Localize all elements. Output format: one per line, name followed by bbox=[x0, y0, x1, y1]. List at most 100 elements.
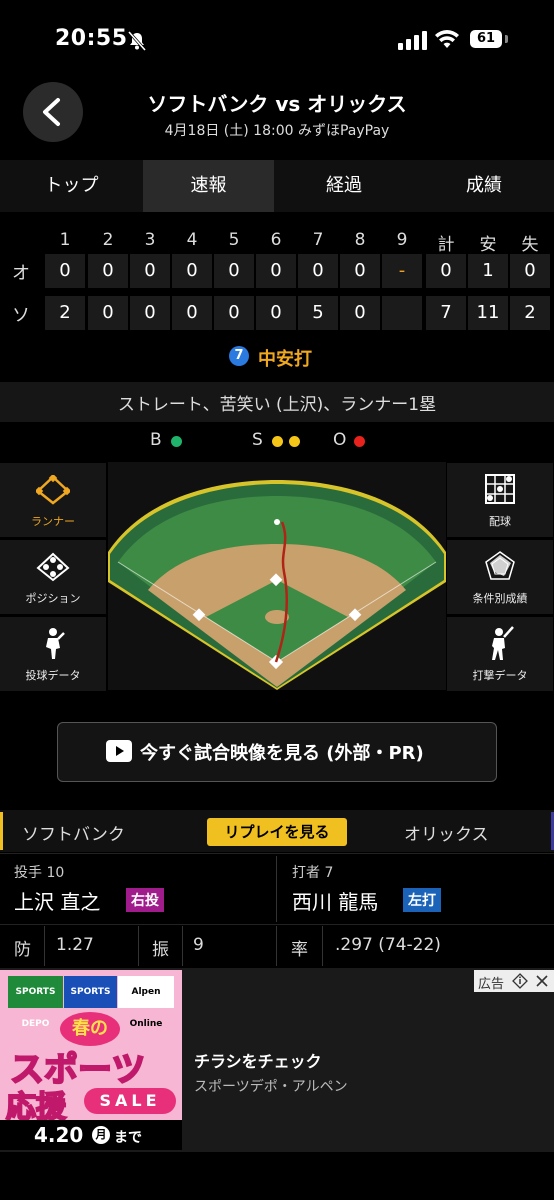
batting-data-button[interactable]: 打撃データ bbox=[447, 617, 553, 691]
ad-logo-depo: SPORTS DEPO bbox=[8, 976, 63, 1029]
strike-dot bbox=[272, 436, 283, 447]
position-button[interactable]: ポジション bbox=[0, 540, 106, 614]
pitcher-name[interactable]: 上沢 直之 bbox=[14, 886, 100, 915]
ad-date-day: 月 bbox=[92, 1126, 110, 1144]
score-cell: 0 bbox=[298, 254, 338, 288]
close-icon[interactable] bbox=[534, 973, 550, 989]
radar-icon bbox=[485, 551, 515, 580]
inning-header: 9 bbox=[396, 230, 408, 250]
inning-header: 安 bbox=[479, 235, 497, 255]
pitcher-role: 投手 10 bbox=[14, 865, 65, 881]
inning-header: 5 bbox=[228, 230, 240, 250]
runner-button[interactable]: ランナー bbox=[0, 463, 106, 537]
score-cell: 0 bbox=[340, 296, 380, 330]
inning-header: 4 bbox=[186, 230, 198, 250]
score-cell: 5 bbox=[298, 296, 338, 330]
tab-live[interactable]: 速報 bbox=[143, 160, 274, 212]
cell-signal-icon bbox=[398, 31, 427, 50]
batter-number-badge: 7 bbox=[229, 346, 249, 366]
score-cell: 0 bbox=[172, 296, 212, 330]
ad-image[interactable]: SPORTS DEPO SPORTS Alpen Alpen Online 春の… bbox=[0, 970, 182, 1150]
inning-header: 1 bbox=[59, 230, 71, 250]
divider bbox=[276, 856, 277, 922]
tab-top[interactable]: トップ bbox=[0, 160, 143, 212]
score-cell: 1 bbox=[468, 254, 508, 288]
divider bbox=[44, 926, 45, 966]
score-cell: - bbox=[382, 254, 422, 288]
team-orix-tab[interactable]: オリックス bbox=[404, 820, 489, 845]
team-row-label: ソ bbox=[12, 305, 30, 326]
wifi-icon bbox=[435, 30, 459, 48]
divider bbox=[322, 926, 323, 966]
count-ball-label: B bbox=[150, 430, 162, 450]
inning-header: 失 bbox=[521, 235, 539, 255]
batter-name[interactable]: 西川 龍馬 bbox=[292, 886, 378, 915]
back-button[interactable] bbox=[23, 82, 83, 142]
inning-header: 8 bbox=[354, 230, 366, 250]
ball-dot bbox=[171, 436, 182, 447]
out-dot bbox=[354, 436, 365, 447]
team-left-accent bbox=[0, 812, 3, 850]
ad-date-strip bbox=[0, 1120, 182, 1150]
pitching-data-button[interactable]: 投球データ bbox=[0, 617, 106, 691]
score-cell: 0 bbox=[426, 254, 466, 288]
era-label: 防 bbox=[14, 940, 31, 960]
battery-cap bbox=[505, 35, 508, 43]
score-cell: 0 bbox=[214, 254, 254, 288]
grid-icon bbox=[485, 474, 515, 504]
pitch-chart-button[interactable]: 配球 bbox=[447, 463, 553, 537]
match-title: ソフトバンク vs オリックス bbox=[147, 92, 407, 116]
strikeouts-value: 9 bbox=[193, 935, 204, 955]
inning-header: 3 bbox=[144, 230, 156, 250]
era-value: 1.27 bbox=[56, 935, 94, 955]
pitching-data-label: 投球データ bbox=[25, 669, 81, 682]
ad-choices-icon[interactable] bbox=[512, 973, 528, 989]
score-cell: 0 bbox=[130, 254, 170, 288]
inning-header: 計 bbox=[437, 235, 455, 255]
divider bbox=[138, 926, 139, 966]
score-cell: 0 bbox=[256, 254, 296, 288]
ad-info-tag[interactable]: 広告 bbox=[474, 970, 554, 992]
score-cell: 0 bbox=[88, 296, 128, 330]
play-result: 中安打 bbox=[258, 349, 312, 370]
ad-logo-online: Alpen Online bbox=[118, 976, 174, 1029]
batter-role: 打者 7 bbox=[292, 865, 334, 881]
conditional-stats-button[interactable]: 条件別成績 bbox=[447, 540, 553, 614]
score-cell: 0 bbox=[214, 296, 254, 330]
score-cell: 0 bbox=[256, 296, 296, 330]
chevron-left-icon bbox=[43, 98, 60, 126]
tab-stats[interactable]: 成績 bbox=[414, 160, 554, 212]
battery-icon: 61 bbox=[470, 30, 502, 48]
batter-icon bbox=[492, 626, 514, 660]
team-row-label: オ bbox=[12, 263, 30, 284]
score-cell: 0 bbox=[172, 254, 212, 288]
score-cell: 7 bbox=[426, 296, 466, 330]
ad-date-suffix: まで bbox=[114, 1130, 142, 1146]
pitcher-icon bbox=[46, 628, 65, 659]
replay-button[interactable]: リプレイを見る bbox=[207, 818, 347, 846]
status-time: 20:55 bbox=[55, 26, 128, 51]
ad-title[interactable]: チラシをチェック bbox=[194, 1048, 322, 1072]
count-strike-label: S bbox=[252, 430, 263, 450]
inning-header: 6 bbox=[270, 230, 282, 250]
score-cell: 0 bbox=[45, 254, 85, 288]
divider bbox=[182, 926, 183, 966]
diamond-runner-icon bbox=[36, 475, 70, 505]
ad-logo-alpen: SPORTS Alpen bbox=[64, 976, 117, 1029]
bell-muted-icon bbox=[127, 31, 147, 51]
batter-hand-badge: 左打 bbox=[403, 888, 441, 912]
tab-progress[interactable]: 経過 bbox=[274, 160, 414, 212]
score-cell: 2 bbox=[510, 296, 550, 330]
ad-subtitle: スポーツデポ・アルペン bbox=[194, 1079, 348, 1095]
avg-label: 率 bbox=[291, 940, 308, 960]
runner-label: ランナー bbox=[31, 515, 75, 528]
ad-sale-badge: SALE bbox=[84, 1088, 176, 1114]
score-cell: 0 bbox=[510, 254, 550, 288]
position-icon bbox=[36, 552, 70, 582]
team-softbank-tab[interactable]: ソフトバンク bbox=[22, 820, 125, 845]
score-cell: 11 bbox=[468, 296, 508, 330]
count-out-label: O bbox=[333, 430, 347, 450]
divider bbox=[276, 926, 277, 966]
position-label: ポジション bbox=[25, 592, 81, 605]
play-icon bbox=[106, 740, 132, 762]
